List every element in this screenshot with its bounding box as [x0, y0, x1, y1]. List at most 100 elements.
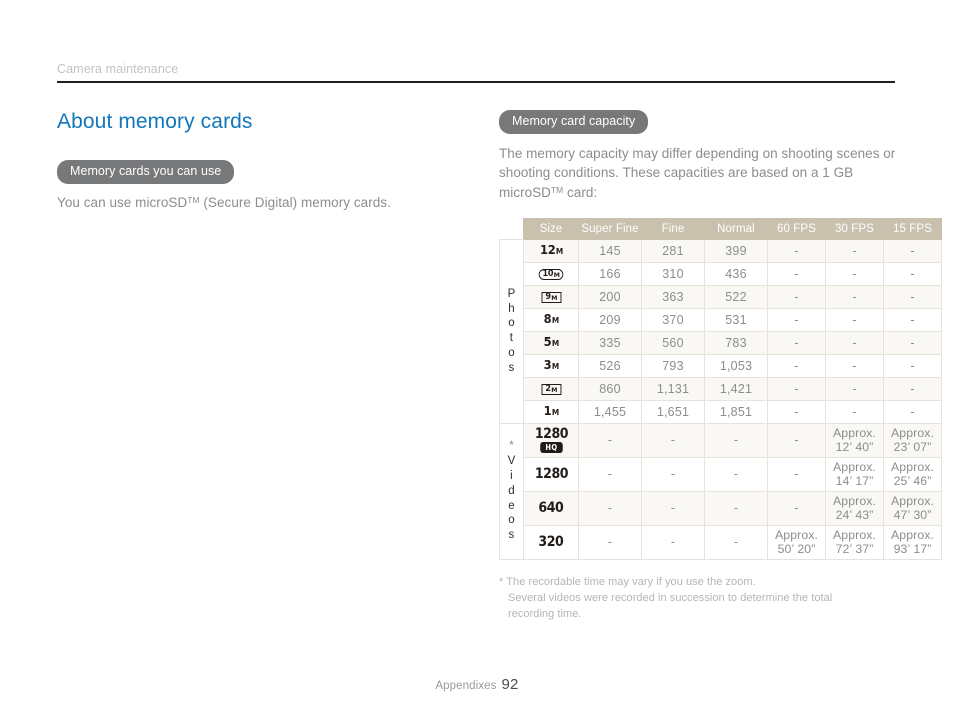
- footer-page-number: 92: [501, 676, 519, 693]
- left-body-trademark: TM: [187, 194, 200, 205]
- running-head: Camera maintenance: [57, 62, 179, 76]
- table-cell-count: 1,053: [704, 353, 768, 378]
- table-head: Size Super Fine Fine Normal 60 FPS 30 FPS 15 F…: [499, 217, 942, 240]
- table-cell-empty: -: [641, 422, 705, 458]
- table-cell-empty: -: [578, 456, 642, 492]
- table-cell-empty: -: [883, 376, 942, 401]
- page-title: About memory cards: [57, 110, 253, 133]
- table-cell-count: 860: [578, 376, 642, 401]
- table-cell-empty: -: [825, 238, 884, 263]
- table-cell-empty: -: [883, 261, 942, 286]
- table-cell-empty: -: [704, 422, 768, 458]
- table-cell-size: 2M: [523, 376, 579, 401]
- table-cell-count: 310: [641, 261, 705, 286]
- video-resolution-icon-320: 320: [538, 534, 564, 551]
- table-cell-empty: -: [767, 490, 826, 526]
- left-body-suffix: (Secure Digital) memory cards.: [199, 194, 391, 210]
- table-row: 320- - - Approx. 50’ 20” Approx. 72’ 37” Approx…: [500, 524, 942, 560]
- table-cell-empty: -: [767, 399, 826, 424]
- footer-section-label: Appendixes: [435, 680, 497, 692]
- intro-trademark: TM: [550, 184, 564, 195]
- left-body-text: You can use microSDTM (Secure Digital) m…: [57, 193, 457, 213]
- table-cell-size: 5M: [523, 330, 579, 355]
- table-cell-empty: -: [704, 456, 768, 492]
- table-cell-empty: -: [825, 376, 884, 401]
- table-cell-count: 370: [641, 307, 705, 332]
- table-row: Ph o t o s 12 M 145 281 399- - -: [499, 238, 942, 424]
- video-resolution-icon-640: 640: [538, 500, 564, 517]
- table-cell-size: 1280 HQ: [523, 422, 579, 458]
- table-row: 2 M 860 1,131 1,421- - -: [500, 376, 942, 401]
- resolution-icon-5m: 5M: [543, 334, 559, 350]
- table-cell-duration: Approx. 12’ 40”: [825, 422, 884, 458]
- table-cell-count: 436: [704, 261, 768, 286]
- table-cell-count: 145: [578, 238, 642, 263]
- table-cell-size: 1280: [523, 456, 579, 492]
- resolution-icon-8m: 8M: [543, 311, 559, 327]
- right-column: Memory card capacity The memory capacity…: [499, 110, 942, 623]
- table-row: 10 M 166 310 436- - -: [500, 261, 942, 286]
- table-cell-size: 320: [523, 524, 579, 560]
- table-cell-size: 1M: [523, 399, 579, 424]
- table-header-row: Size Super Fine Fine Normal 60 FPS 30 FPS 15 F…: [499, 217, 942, 240]
- table-row: 1 M 1,455 1,651 1,851- - -: [500, 399, 942, 424]
- table-cell-empty: -: [578, 490, 642, 526]
- table-header-group-spacer: [499, 218, 524, 240]
- table-cell-empty: -: [883, 330, 942, 355]
- table-cell-count: 363: [641, 284, 705, 309]
- resolution-icon-9m: 9M: [541, 291, 561, 304]
- table-cell-empty: -: [825, 399, 884, 424]
- table-row: 8 M 209 370 531- - -: [500, 307, 942, 332]
- resolution-icon-12m: 12 M: [539, 242, 563, 258]
- table-cell-empty: -: [825, 307, 884, 332]
- table-cell-empty: -: [704, 490, 768, 526]
- table-cell-duration: Approx. 72’ 37”: [825, 524, 884, 560]
- table-cell-empty: -: [883, 238, 942, 263]
- manual-page: Camera maintenance About memory cards Me…: [0, 0, 954, 720]
- video-resolution-icon-1280: 1280: [534, 466, 568, 483]
- table-row: 640- - - - Approx. 24’ 43” Approx. 47’ 30”: [500, 490, 942, 526]
- table-cell-empty: -: [883, 399, 942, 424]
- header-rule: [57, 81, 895, 83]
- table-cell-count: 1,421: [704, 376, 768, 401]
- table-cell-count: 522: [704, 284, 768, 309]
- table-footnote: * The recordable time may vary if you us…: [499, 574, 899, 623]
- capacity-table-wrapper: Size Super Fine Fine Normal 60 FPS 30 FPS 15 F…: [499, 217, 942, 560]
- table-cell-duration: Approx. 93’ 17”: [883, 524, 942, 560]
- table-header-normal: Normal: [704, 217, 768, 240]
- table-header-size: Size: [523, 217, 579, 240]
- video-resolution-icon-1280-hq: 1280 HQ: [534, 425, 568, 454]
- table-cell-empty: -: [825, 284, 884, 309]
- memory-card-capacity-table: Size Super Fine Fine Normal 60 FPS 30 FPS 15 F…: [499, 217, 942, 560]
- table-cell-count: 335: [578, 330, 642, 355]
- table-cell-count: 560: [641, 330, 705, 355]
- table-cell-empty: -: [767, 261, 826, 286]
- left-body-prefix: You can use microSD: [57, 194, 188, 210]
- table-header-30-fps: 30 FPS: [825, 217, 884, 240]
- row-group-label-videos-text: * Vi d e o s: [507, 438, 516, 542]
- table-row: 1280- - - - Approx. 14’ 17” Approx. 25’ 46”: [500, 456, 942, 492]
- table-header-super-fine: Super Fine: [578, 217, 642, 240]
- page-footer: Appendixes 92: [0, 676, 954, 694]
- table-cell-empty: -: [578, 524, 642, 560]
- section-label-memory-cards-you-can-use: Memory cards you can use: [57, 160, 235, 184]
- table-cell-empty: -: [825, 353, 884, 378]
- footnote-line-3: recording time.: [508, 608, 582, 621]
- table-cell-empty: -: [767, 307, 826, 332]
- table-cell-count: 1,131: [641, 376, 705, 401]
- table-cell-count: 1,851: [704, 399, 768, 424]
- table-row: * Vi d e o s 1280 HQ - - - - Approx. 12’ 40” Approx. 23…: [499, 422, 942, 560]
- table-cell-size: 640: [523, 490, 579, 526]
- table-cell-empty: -: [767, 376, 826, 401]
- table-cell-size: 8M: [523, 307, 579, 332]
- table-cell-duration: Approx. 50’ 20”: [767, 524, 826, 560]
- row-group-label-photos-text: Photos: [507, 287, 516, 374]
- table-cell-empty: -: [704, 524, 768, 560]
- table-cell-size: 12 M: [523, 238, 579, 263]
- table-cell-count: 531: [704, 307, 768, 332]
- footnote-line-1: The recordable time may vary if you use …: [506, 575, 756, 588]
- table-cell-empty: -: [883, 284, 942, 309]
- resolution-icon-1m: 1M: [543, 403, 559, 419]
- table-cell-empty: -: [641, 490, 705, 526]
- table-cell-count: 1,651: [641, 399, 705, 424]
